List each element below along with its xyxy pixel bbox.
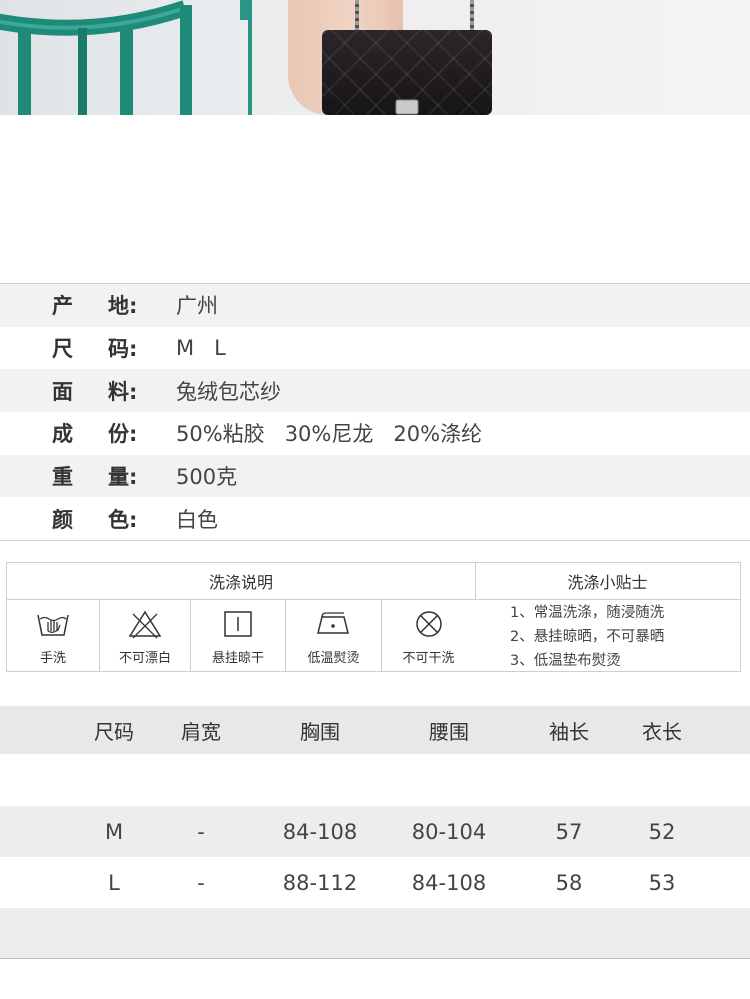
- low-iron-icon: [316, 612, 349, 634]
- sleeve-cell: 58: [555, 870, 583, 895]
- spec-row-size: 尺码: M L: [0, 327, 750, 370]
- spec-label: 成份:: [52, 422, 138, 447]
- wash-tip: 1、常温洗涤，随浸随洗: [510, 605, 665, 621]
- chest-cell: 84-108: [282, 819, 358, 844]
- spec-row-color: 颜色: 白色: [0, 497, 750, 540]
- spec-value: 广州: [176, 294, 218, 319]
- wash-item-label: 手洗: [39, 651, 66, 666]
- wash-instructions-title: 洗涤说明: [7, 563, 476, 600]
- size-cell: M: [104, 819, 124, 844]
- wash-item-label: 悬挂晾干: [211, 651, 264, 666]
- shoulder-cell: -: [197, 819, 205, 844]
- length-cell: 52: [648, 819, 676, 844]
- header-waist: 腰围: [429, 719, 469, 744]
- waist-cell: 84-108: [411, 870, 487, 895]
- header-length: 衣长: [642, 719, 682, 744]
- header-sleeve: 袖长: [549, 719, 589, 744]
- spec-label: 产地:: [52, 294, 138, 319]
- shoulder-cell: -: [197, 870, 205, 895]
- spec-table: 产地: 广州 尺码: M L 面料: 兔绒包芯纱 成份: 50%粘胶 30%尼龙…: [0, 283, 750, 542]
- bag-clasp: [395, 99, 419, 115]
- spec-value: 白色: [176, 507, 218, 532]
- no-bleach-icon: [128, 610, 162, 639]
- wash-tip: 2、悬挂晾晒，不可暴晒: [510, 629, 665, 645]
- chest-cell: 88-112: [282, 870, 358, 895]
- spec-row-weight: 重量: 500克: [0, 454, 750, 498]
- spec-row-origin: 产地: 广州: [0, 284, 750, 327]
- hand-wash-icon: [37, 614, 69, 636]
- wash-item: 手洗: [7, 599, 100, 671]
- wash-item-label: 不可漂白: [118, 651, 171, 666]
- spec-label: 面料:: [52, 379, 138, 404]
- wash-item: 悬挂晾干: [191, 599, 286, 671]
- spec-row-fabric: 面料: 兔绒包芯纱: [0, 369, 750, 413]
- size-table-header: 尺码 肩宽 胸围 腰围 袖长 衣长: [0, 706, 750, 754]
- header-shoulder: 肩宽: [181, 719, 221, 744]
- spec-value: 兔绒包芯纱: [176, 379, 281, 404]
- sleeve-cell: 57: [555, 819, 583, 844]
- wash-item-label: 不可干洗: [402, 651, 455, 666]
- wash-item-label: 低温熨烫: [307, 651, 360, 666]
- chair-illustration: [0, 0, 252, 115]
- spec-label: 颜色:: [52, 507, 138, 532]
- wash-item: 不可漂白: [100, 599, 191, 671]
- hang-dry-icon: [224, 611, 252, 637]
- spec-value: 500克: [176, 465, 238, 490]
- size-table: 尺码 肩宽 胸围 腰围 袖长 衣长 M - 84-108 80-104 57 5…: [0, 706, 750, 959]
- header-chest: 胸围: [300, 719, 340, 744]
- spec-row-composition: 成份: 50%粘胶 30%尼龙 20%涤纶: [0, 412, 750, 455]
- length-cell: 53: [648, 870, 676, 895]
- waist-cell: 80-104: [411, 819, 487, 844]
- table-row: M - 84-108 80-104 57 52: [0, 806, 750, 857]
- wash-item: 低温熨烫: [286, 599, 382, 671]
- wash-instructions: 洗涤说明 洗涤小贴士 手洗 不可漂白 悬挂晾干 低温熨烫 不可干洗 1、常温洗涤…: [6, 562, 741, 672]
- spec-value: 50%粘胶 30%尼龙 20%涤纶: [176, 422, 483, 447]
- wash-tip: 3、低温垫布熨烫: [510, 653, 621, 669]
- wash-tips-title: 洗涤小贴士: [475, 563, 740, 600]
- table-row: L - 88-112 84-108 58 53: [0, 857, 750, 908]
- header-size: 尺码: [94, 719, 134, 744]
- spec-value: M L: [176, 336, 226, 361]
- spec-label: 重量:: [52, 465, 138, 490]
- product-photo: [0, 0, 750, 115]
- size-table-footer: [0, 908, 750, 959]
- wash-tips: 1、常温洗涤，随浸随洗 2、悬挂晾晒，不可暴晒 3、低温垫布熨烫: [510, 601, 740, 673]
- no-dry-clean-icon: [415, 611, 442, 637]
- spec-label: 尺码:: [52, 337, 138, 362]
- size-cell: L: [108, 870, 120, 895]
- wash-item: 不可干洗: [382, 599, 475, 671]
